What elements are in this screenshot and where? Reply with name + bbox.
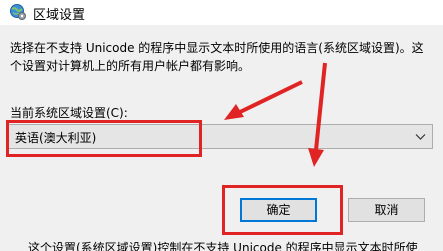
locale-dropdown[interactable]: 英语(澳大利亚)	[8, 124, 433, 149]
globe-settings-icon	[10, 4, 26, 20]
arrow-to-ok-icon	[308, 62, 327, 167]
title-bar: 区域设置	[0, 0, 443, 25]
description-text: 选择在不支持 Unicode 的程序中显示文本时所使用的语言(系统区域设置)。这…	[10, 41, 424, 73]
clipped-description-text: 这个设置(系统区域设置)控制在不支持 Unicode 的程序中显示文本时所使	[28, 241, 418, 251]
window-title: 区域设置	[33, 8, 86, 23]
arrow-to-dropdown-icon	[224, 80, 303, 120]
locale-selected-value: 英语(澳大利亚)	[15, 131, 97, 145]
locale-label: 当前系统区域设置(C):	[10, 106, 128, 120]
ok-button[interactable]: 确定	[240, 198, 317, 222]
chevron-down-icon	[415, 134, 426, 140]
cancel-button[interactable]: 取消	[348, 198, 425, 222]
